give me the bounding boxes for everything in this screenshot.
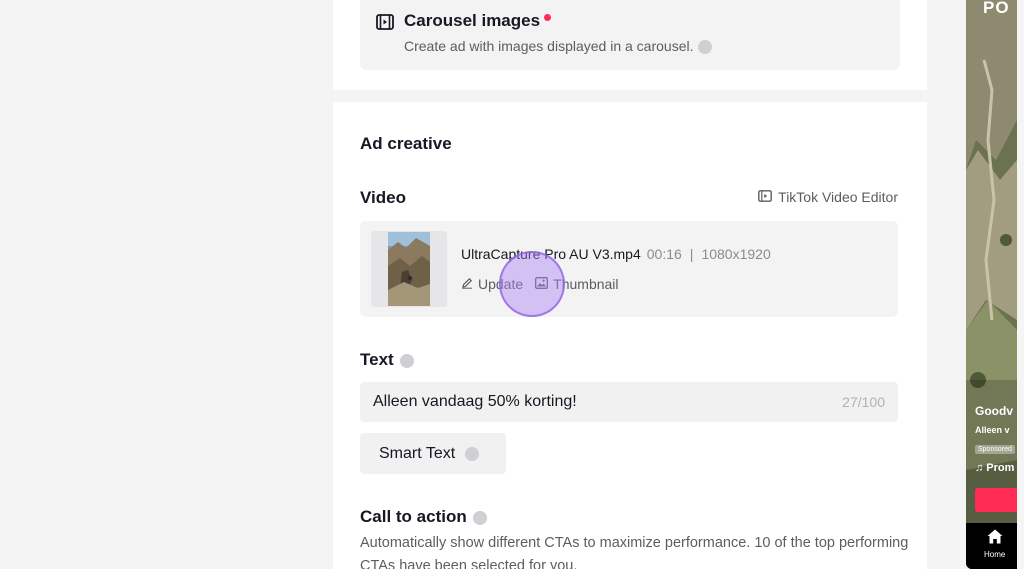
call-to-action-label: Call to action xyxy=(360,507,487,527)
thumbnail-label: Thumbnail xyxy=(553,276,619,292)
smart-text-label: Smart Text xyxy=(379,444,456,462)
help-icon[interactable] xyxy=(472,510,487,525)
pencil-icon xyxy=(461,276,473,292)
video-file-name: UltraCapture Pro AU V3.mp4 xyxy=(461,246,641,262)
ad-preview-phone: PO Goodv Alleen v Sponsored ♫ Prom Home xyxy=(966,0,1017,569)
bottom-edge xyxy=(0,569,1024,573)
call-to-action-description: Automatically show different CTAs to max… xyxy=(360,535,909,573)
update-video-button[interactable]: Update xyxy=(461,276,523,292)
smart-text-button[interactable]: Smart Text xyxy=(360,433,506,474)
help-icon[interactable] xyxy=(697,40,712,55)
preview-music: ♫ Prom xyxy=(975,462,1015,474)
right-gutter xyxy=(927,0,967,573)
thumbnail-button[interactable]: Thumbnail xyxy=(535,276,619,292)
tiktok-video-editor-link[interactable]: TikTok Video Editor xyxy=(758,189,898,205)
video-file-info: UltraCapture Pro AU V3.mp4 00:16 | 1080x192… xyxy=(461,246,771,262)
carousel-title: Carousel images xyxy=(404,11,552,31)
preview-cta-button xyxy=(975,488,1017,512)
meta-separator: | xyxy=(689,246,694,262)
section-divider xyxy=(333,90,927,102)
image-icon xyxy=(535,276,549,292)
video-editor-label: TikTok Video Editor xyxy=(778,189,898,205)
carousel-description: Create ad with images displayed in a car… xyxy=(404,38,712,55)
home-icon xyxy=(987,529,1003,549)
preview-video-frame xyxy=(966,0,1017,569)
preview-sponsored-tag: Sponsored xyxy=(975,445,1015,454)
update-label: Update xyxy=(478,276,524,292)
preview-bottom-nav: Home xyxy=(966,523,1017,569)
text-label: Text xyxy=(360,350,414,370)
video-resolution: 1080x1920 xyxy=(701,246,771,262)
video-editor-icon xyxy=(758,189,773,205)
new-badge-dot xyxy=(544,14,552,21)
ad-text-input[interactable] xyxy=(373,382,813,422)
ad-editor-panel: Carousel images Create ad with images di… xyxy=(333,0,927,573)
preview-overlay-text: PO xyxy=(983,0,1010,17)
video-label: Video xyxy=(360,188,406,207)
video-asset-card: UltraCapture Pro AU V3.mp4 00:16 | 1080x192… xyxy=(360,221,898,317)
home-label: Home xyxy=(984,550,1006,559)
preview-caption: Alleen v xyxy=(975,425,1010,435)
ad-creative-heading: Ad creative xyxy=(360,134,452,153)
left-background xyxy=(0,0,333,573)
ad-text-field[interactable]: 27/100 xyxy=(360,382,898,422)
thumbnail-image xyxy=(388,232,430,306)
video-duration: 00:16 xyxy=(646,246,682,262)
carousel-icon xyxy=(376,14,394,30)
video-actions: Update Thumbnail xyxy=(461,276,631,292)
video-thumbnail[interactable] xyxy=(371,231,447,307)
help-icon[interactable] xyxy=(465,446,480,461)
preview-account-name: Goodv xyxy=(975,404,1013,418)
character-counter: 27/100 xyxy=(842,394,885,410)
help-icon[interactable] xyxy=(399,353,414,368)
carousel-images-option[interactable]: Carousel images Create ad with images di… xyxy=(360,0,900,70)
